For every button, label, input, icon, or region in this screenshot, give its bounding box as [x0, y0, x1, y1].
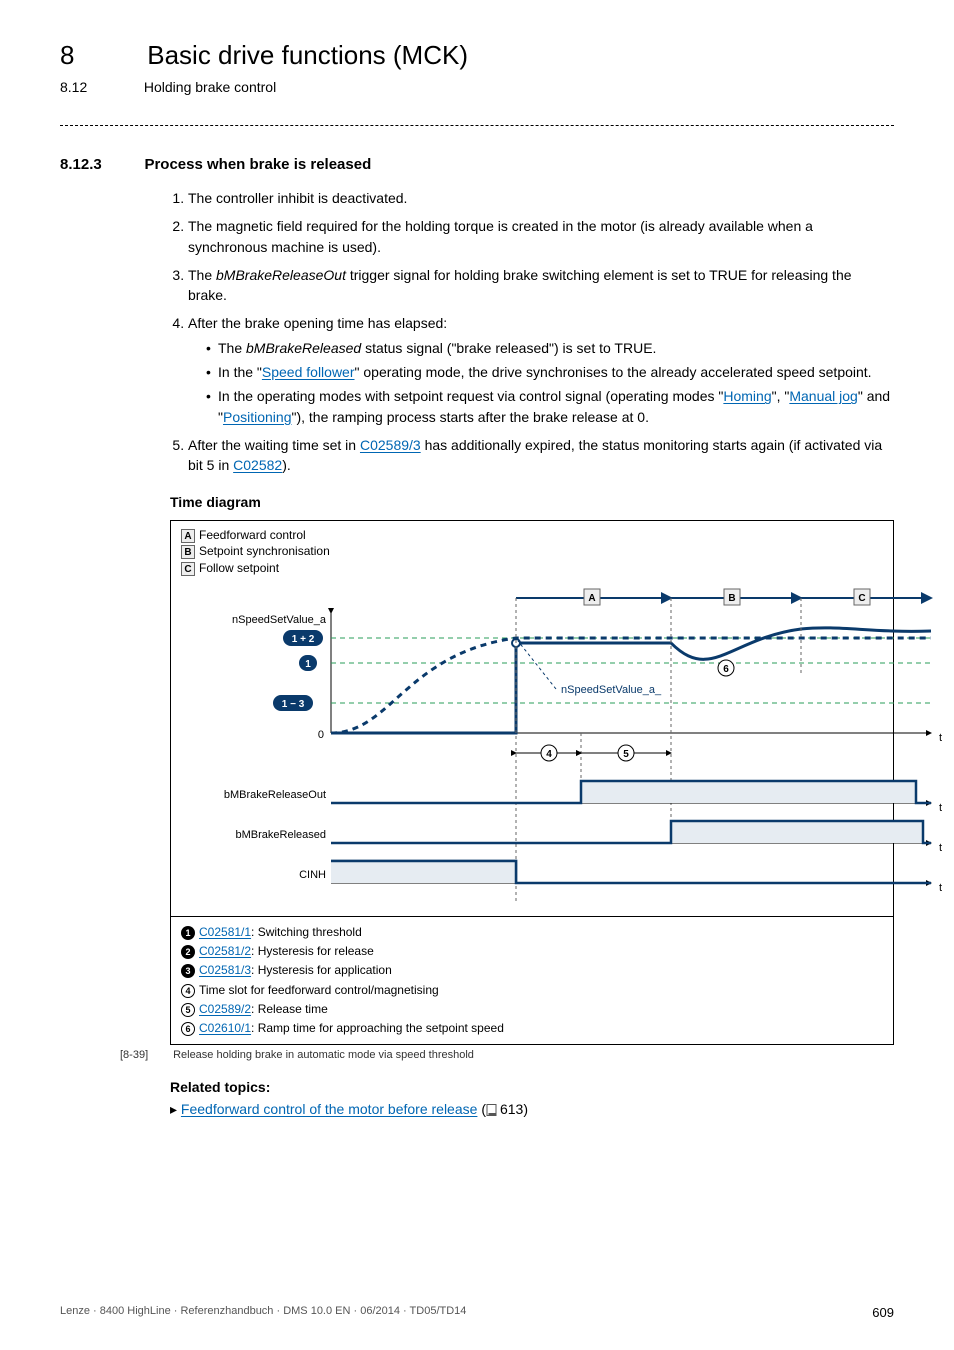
list-item: The bMBrakeReleaseOut trigger signal for…: [188, 265, 894, 306]
page-icon: [486, 1103, 498, 1115]
svg-text:nSpeedSetValue_a_: nSpeedSetValue_a_: [561, 684, 662, 696]
link-c02589-3[interactable]: C02589/3: [360, 437, 421, 453]
list-item: After the brake opening time has elapsed…: [188, 313, 894, 426]
time-diagram-heading: Time diagram: [170, 494, 894, 510]
circle-5-icon: 5: [181, 1003, 195, 1017]
svg-text:5: 5: [623, 749, 629, 760]
related-heading: Related topics:: [170, 1079, 894, 1095]
section-line: 8.12 Holding brake control: [60, 79, 894, 95]
keycap-a-icon: A: [181, 529, 195, 543]
link-manual-jog[interactable]: Manual jog: [789, 388, 858, 404]
diagram-legend-top: AFeedforward control BSetpoint synchroni…: [171, 521, 893, 583]
svg-text:0: 0: [318, 729, 324, 741]
chapter-heading: 8 Basic drive functions (MCK): [60, 40, 894, 71]
link-c02610-1[interactable]: C02610/1: [199, 1021, 251, 1035]
svg-label-nspeed: nSpeedSetValue_a: [232, 614, 327, 626]
svg-text:t: t: [939, 732, 942, 744]
svg-text:CINH: CINH: [299, 869, 326, 881]
svg-text:t: t: [939, 882, 942, 894]
chapter-title-text: Basic drive functions (MCK): [147, 40, 468, 70]
link-c02581-1[interactable]: C02581/1: [199, 925, 251, 939]
page-footer: Lenze · 8400 HighLine · Referenzhandbuch…: [60, 1305, 894, 1320]
diagram-legend-bottom: 1C02581/1: Switching threshold 2C02581/2…: [171, 916, 893, 1044]
link-feedforward[interactable]: Feedforward control of the motor before …: [181, 1101, 478, 1117]
svg-text:t: t: [939, 842, 942, 854]
circle-6-icon: 6: [181, 1022, 195, 1036]
circle-2-icon: 2: [181, 945, 195, 959]
subsection-heading: 8.12.3 Process when brake is released: [60, 156, 894, 174]
figure-caption: [8-39] Release holding brake in automati…: [120, 1049, 894, 1061]
svg-text:bMBrakeReleaseOut: bMBrakeReleaseOut: [224, 789, 326, 801]
list-item: After the waiting time set in C02589/3 h…: [188, 435, 894, 476]
link-speed-follower[interactable]: Speed follower: [262, 364, 355, 380]
svg-text:t: t: [939, 802, 942, 814]
svg-text:C: C: [858, 593, 865, 604]
circle-4-icon: 4: [181, 984, 195, 998]
svg-text:1 + 2: 1 + 2: [292, 634, 315, 645]
link-homing[interactable]: Homing: [723, 388, 771, 404]
footer-page-number: 609: [872, 1305, 894, 1320]
svg-text:4: 4: [546, 749, 552, 760]
svg-text:1: 1: [305, 659, 311, 670]
list-item: The bMBrakeReleased status signal ("brak…: [206, 338, 894, 358]
subsection-title-text: Process when brake is released: [144, 156, 371, 173]
link-c02589-2[interactable]: C02589/2: [199, 1002, 251, 1016]
list-item: The controller inhibit is deactivated.: [188, 188, 894, 208]
svg-text:B: B: [728, 593, 735, 604]
figure-caption-text: Release holding brake in automatic mode …: [173, 1049, 474, 1061]
figure-number: [8-39]: [120, 1049, 170, 1061]
divider: [60, 125, 894, 126]
diagram-container: AFeedforward control BSetpoint synchroni…: [170, 520, 894, 1046]
link-positioning[interactable]: Positioning: [223, 409, 292, 425]
keycap-c-icon: C: [181, 562, 195, 576]
related-topics: Related topics: ▸ Feedforward control of…: [170, 1079, 894, 1118]
section-title-text: Holding brake control: [144, 79, 276, 95]
circle-3-icon: 3: [181, 964, 195, 978]
subsection-number: 8.12.3: [60, 156, 140, 173]
svg-text:bMBrakeReleased: bMBrakeReleased: [236, 829, 327, 841]
list-item: In the "Speed follower" operating mode, …: [206, 362, 894, 382]
svg-text:1 − 3: 1 − 3: [282, 699, 305, 710]
list-item: In the operating modes with setpoint req…: [206, 386, 894, 427]
svg-label-a: A: [588, 593, 595, 604]
svg-text:6: 6: [723, 664, 729, 675]
arrow-icon: ▸: [170, 1101, 181, 1117]
circle-1-icon: 1: [181, 926, 195, 940]
link-c02581-3[interactable]: C02581/3: [199, 963, 251, 977]
list-item: The magnetic field required for the hold…: [188, 216, 894, 257]
content-body: The controller inhibit is deactivated. T…: [170, 188, 894, 476]
diagram-svg: A B C nSpeedSetValue_a 0 t: [171, 583, 893, 916]
link-c02582[interactable]: C02582: [233, 457, 282, 473]
section-number: 8.12: [60, 79, 140, 95]
link-c02581-2[interactable]: C02581/2: [199, 944, 251, 958]
chapter-number: 8: [60, 40, 140, 71]
footer-text: Lenze · 8400 HighLine · Referenzhandbuch…: [60, 1305, 466, 1320]
keycap-b-icon: B: [181, 545, 195, 559]
